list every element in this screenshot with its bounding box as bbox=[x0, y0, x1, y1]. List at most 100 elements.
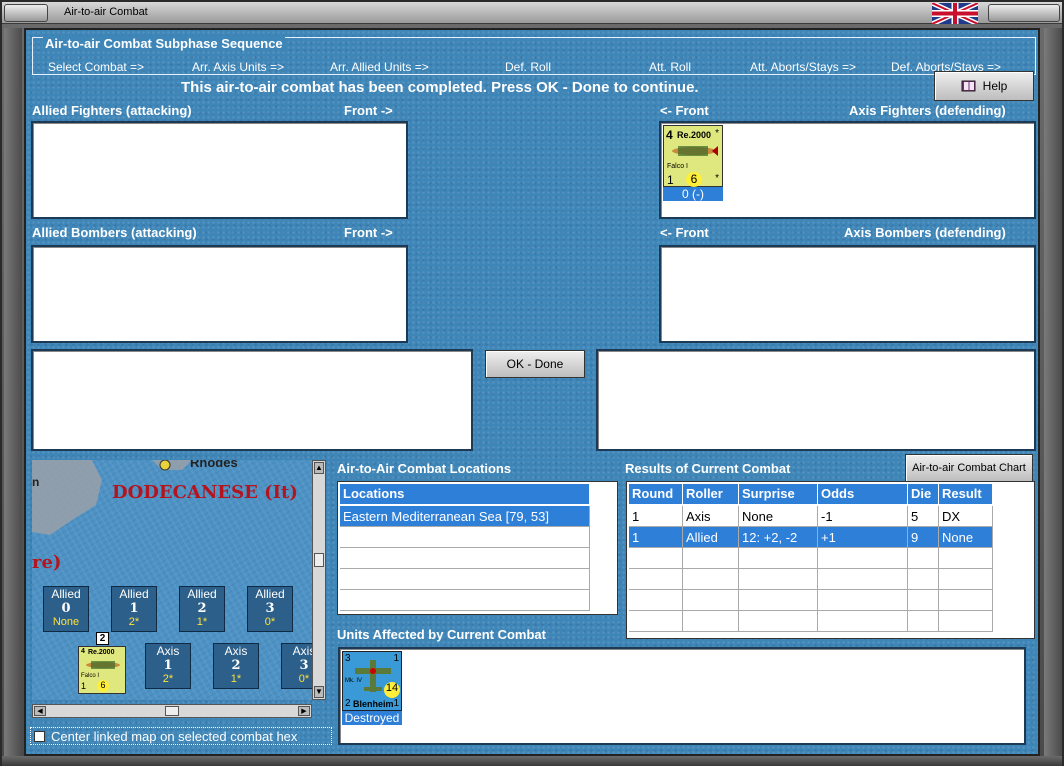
cell: Allied bbox=[683, 527, 739, 548]
location-row[interactable] bbox=[340, 527, 590, 548]
map-counter-model: Falco I bbox=[81, 673, 100, 679]
help-button[interactable]: Help bbox=[934, 71, 1034, 101]
allied-box-title: Allied bbox=[187, 587, 217, 601]
allied-box-2[interactable]: Allied 2 1* bbox=[179, 586, 225, 632]
cell bbox=[739, 611, 818, 632]
location-row[interactable] bbox=[340, 569, 590, 590]
locations-header: Locations bbox=[340, 484, 590, 504]
cell: 9 bbox=[908, 527, 939, 548]
map-region-label: DODECANESE (It) bbox=[112, 482, 298, 503]
fighter-plane-icon bbox=[672, 146, 718, 156]
results-header: Surprise bbox=[739, 484, 818, 504]
counter-top-left: 4 bbox=[666, 128, 673, 142]
results-label: Results of Current Combat bbox=[625, 461, 791, 476]
scroll-up-arrow-icon[interactable]: ▲ bbox=[314, 462, 324, 474]
cell bbox=[908, 548, 939, 569]
center-map-option[interactable]: Center linked map on selected combat hex bbox=[30, 727, 332, 745]
axis-bombers-front: <- Front bbox=[660, 225, 709, 240]
blenheim-counter[interactable]: 3 1 Mk. IV 14 2 Blenheim 1 bbox=[342, 651, 402, 711]
cell: Axis bbox=[683, 506, 739, 527]
map-vertical-scrollbar[interactable]: ▲ ▼ bbox=[312, 460, 326, 700]
affected-panel[interactable]: 3 1 Mk. IV 14 2 Blenheim 1 Destroyed bbox=[338, 647, 1026, 745]
blenheim-bottom-left: 2 bbox=[345, 698, 351, 709]
affected-label: Units Affected by Current Combat bbox=[337, 627, 546, 642]
vertical-scroll-thumb[interactable] bbox=[314, 553, 324, 567]
axis-bombers-panel[interactable] bbox=[659, 245, 1036, 343]
allied-box-num: 3 bbox=[265, 601, 275, 616]
content-area: Air-to-air Combat Subphase Sequence Sele… bbox=[24, 28, 1040, 756]
map-counter-name: Re.2000 bbox=[88, 649, 115, 656]
location-row[interactable] bbox=[340, 590, 590, 611]
map-counter-mid: 6 bbox=[97, 680, 109, 692]
allied-box-num: 0 bbox=[61, 601, 71, 616]
allied-box-3[interactable]: Allied 3 0* bbox=[247, 586, 293, 632]
cell bbox=[908, 569, 939, 590]
blenheim-name: Blenheim bbox=[353, 699, 394, 709]
blenheim-top-left: 3 bbox=[345, 653, 351, 664]
re2000-counter[interactable]: 4 Re.2000 * Falco I 1 6 * bbox=[663, 125, 723, 187]
counter-bottom-left: 1 bbox=[667, 173, 674, 187]
window-controls[interactable] bbox=[988, 4, 1060, 22]
cell bbox=[739, 590, 818, 611]
sequence-title: Air-to-air Combat Subphase Sequence bbox=[43, 36, 285, 51]
help-label: Help bbox=[982, 79, 1008, 93]
location-row[interactable]: Eastern Mediterranean Sea [79, 53] bbox=[340, 506, 590, 527]
ok-done-button[interactable]: OK - Done bbox=[485, 350, 585, 378]
map-horizontal-scrollbar[interactable]: ◀ ▶ bbox=[32, 704, 312, 718]
results-header: Odds bbox=[818, 484, 908, 504]
map-partial-label: re) bbox=[32, 552, 62, 573]
axis-box-1[interactable]: Axis 1 2* bbox=[145, 643, 191, 689]
allied-box-0[interactable]: Allied 0 None bbox=[43, 586, 89, 632]
cell bbox=[939, 590, 993, 611]
scroll-left-arrow-icon[interactable]: ◀ bbox=[34, 706, 46, 716]
horizontal-scroll-thumb[interactable] bbox=[165, 706, 179, 716]
allied-bombers-label: Allied Bombers (attacking) bbox=[32, 225, 197, 240]
seq-step-arr-allied: Arr. Allied Units => bbox=[330, 60, 429, 74]
axis-box-title: Axis bbox=[224, 644, 248, 658]
cell bbox=[683, 590, 739, 611]
allied-fighters-panel[interactable] bbox=[31, 121, 408, 219]
cell: 5 bbox=[908, 506, 939, 527]
map-fighter-icon bbox=[86, 661, 120, 669]
location-row[interactable] bbox=[340, 548, 590, 569]
axis-fighters-front: <- Front bbox=[660, 103, 709, 118]
cell bbox=[908, 611, 939, 632]
allied-box-1[interactable]: Allied 1 2* bbox=[111, 586, 157, 632]
axis-box-num: 2 bbox=[231, 658, 241, 673]
window-menu-button[interactable] bbox=[4, 4, 48, 22]
title-bar: Air-to-air Combat bbox=[2, 2, 1062, 24]
axis-fighters-panel[interactable]: 4 Re.2000 * Falco I 1 6 * 0 (-) bbox=[659, 121, 1036, 219]
allied-box-sub: 1* bbox=[196, 616, 208, 628]
cell bbox=[739, 569, 818, 590]
blenheim-top-right: 1 bbox=[393, 653, 399, 664]
cell bbox=[818, 548, 908, 569]
blenheim-bottom-right: 1 bbox=[393, 698, 399, 709]
axis-fighters-label: Axis Fighters (defending) bbox=[849, 103, 1006, 118]
scroll-down-arrow-icon[interactable]: ▼ bbox=[314, 686, 324, 698]
cell bbox=[908, 590, 939, 611]
allied-fighters-front: Front -> bbox=[344, 103, 393, 118]
bottom-frame bbox=[2, 756, 1062, 766]
mini-map[interactable]: Rhodes DODECANESE (It) n re) Allied 0 No… bbox=[32, 460, 324, 700]
center-map-checkbox[interactable] bbox=[34, 730, 45, 742]
results-table[interactable]: Round Roller Surprise Odds Die Result 1 … bbox=[626, 481, 1035, 639]
cell bbox=[818, 569, 908, 590]
cell: None bbox=[739, 506, 818, 527]
axis-box-sub: 1* bbox=[230, 673, 242, 685]
counter-bottom-star: * bbox=[715, 173, 719, 184]
allied-box-sub: None bbox=[52, 616, 80, 628]
allied-box-title: Allied bbox=[255, 587, 285, 601]
combat-chart-button[interactable]: Air-to-air Combat Chart bbox=[905, 454, 1033, 482]
blenheim-caption: Destroyed bbox=[342, 711, 402, 725]
allied-fighters-label: Allied Fighters (attacking) bbox=[32, 103, 192, 118]
allied-box-title: Allied bbox=[51, 587, 81, 601]
locations-table[interactable]: Locations Eastern Mediterranean Sea [79,… bbox=[337, 481, 618, 615]
cell bbox=[939, 548, 993, 569]
cell bbox=[683, 569, 739, 590]
map-re2000-counter[interactable]: 4 Re.2000 Falco I 1 6 bbox=[78, 646, 126, 694]
allied-bombers-panel[interactable] bbox=[31, 245, 408, 343]
window-title: Air-to-air Combat bbox=[64, 6, 148, 18]
axis-box-2[interactable]: Axis 2 1* bbox=[213, 643, 259, 689]
scroll-right-arrow-icon[interactable]: ▶ bbox=[298, 706, 310, 716]
counter-bottom-mid: 6 bbox=[686, 172, 702, 187]
